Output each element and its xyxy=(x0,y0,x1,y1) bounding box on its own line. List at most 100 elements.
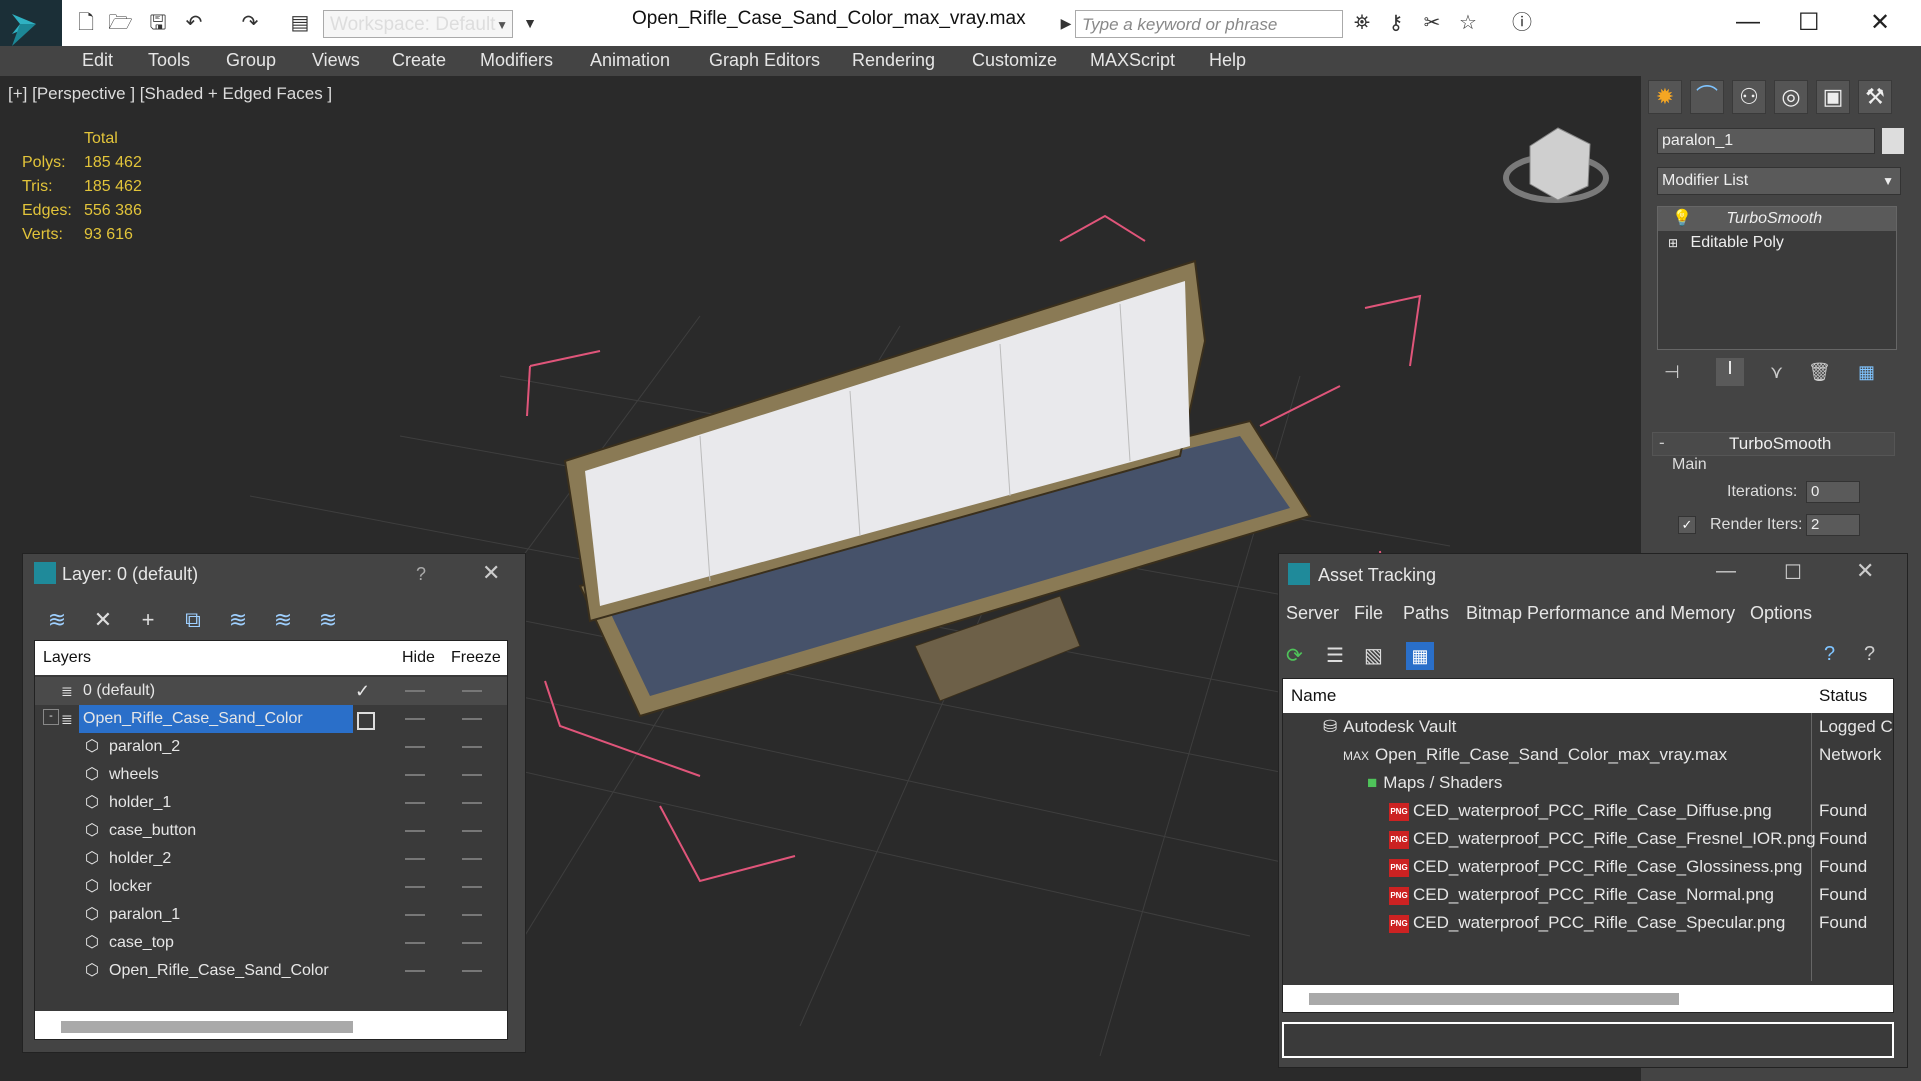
menu-overflow-icon[interactable]: ▼ xyxy=(518,12,542,34)
delete-layer-icon[interactable]: ✕ xyxy=(88,605,118,635)
set-current-layer-icon[interactable]: ≋ xyxy=(268,605,298,635)
render-iters-checkbox[interactable]: ✓ xyxy=(1678,516,1696,534)
menu-maxscript[interactable]: MAXScript xyxy=(1090,50,1175,71)
column-freeze[interactable]: Freeze xyxy=(451,649,501,667)
menu-animation[interactable]: Animation xyxy=(590,50,670,71)
create-tab-icon[interactable]: ✹ xyxy=(1648,80,1682,114)
key-icon[interactable]: ⚷ xyxy=(1384,12,1408,34)
freeze-toggle[interactable] xyxy=(462,886,482,888)
horizontal-scrollbar[interactable] xyxy=(35,1011,507,1039)
favorites-star-icon[interactable]: ☆ xyxy=(1456,12,1480,34)
save-icon[interactable]: 🖫 xyxy=(146,12,170,34)
freeze-toggle[interactable] xyxy=(462,690,482,692)
asset-path-field[interactable] xyxy=(1282,1022,1894,1058)
menu-modifiers[interactable]: Modifiers xyxy=(480,50,553,71)
iterations-spinner[interactable]: 0 xyxy=(1806,481,1860,503)
menu-customize[interactable]: Customize xyxy=(972,50,1057,71)
freeze-toggle[interactable] xyxy=(462,802,482,804)
scrollbar-thumb[interactable] xyxy=(61,1021,353,1033)
object-row[interactable]: ⬡ case_top xyxy=(35,929,507,957)
freeze-toggle[interactable] xyxy=(462,970,482,972)
pin-stack-icon[interactable]: ⊣ xyxy=(1664,362,1680,383)
maximize-button[interactable]: ☐ xyxy=(1798,8,1820,37)
lightbulb-icon[interactable]: 💡 xyxy=(1672,210,1692,227)
refresh-icon[interactable]: ⟳ xyxy=(1286,643,1303,668)
freeze-toggle[interactable] xyxy=(462,914,482,916)
menu-bitmap-performance[interactable]: Bitmap Performance and Memory xyxy=(1466,603,1735,624)
asset-row[interactable]: PNG CED_waterproof_PCC_Rifle_Case_Fresnel… xyxy=(1389,825,1816,853)
menu-group[interactable]: Group xyxy=(226,50,276,71)
layer-row[interactable]: ≣ 0 (default) ✓ xyxy=(35,677,507,705)
object-row[interactable]: ⬡ wheels xyxy=(35,761,507,789)
asset-row[interactable]: PNG CED_waterproof_PCC_Rifle_Case_Diffuse… xyxy=(1389,797,1772,825)
collapse-icon[interactable]: - xyxy=(43,709,59,725)
stack-item-turbosmooth[interactable]: 💡 TurboSmooth xyxy=(1658,207,1896,231)
hide-toggle[interactable] xyxy=(405,830,425,832)
hide-toggle[interactable] xyxy=(405,690,425,692)
help-button[interactable]: ? xyxy=(416,564,426,585)
undo-icon[interactable]: ↶ xyxy=(182,12,206,34)
menu-tools[interactable]: Tools xyxy=(148,50,190,71)
select-layer-icon[interactable]: ≋ xyxy=(223,605,253,635)
help-icon[interactable]: ⓘ xyxy=(1510,12,1534,34)
minimize-button[interactable]: — xyxy=(1716,560,1736,583)
help-icon[interactable]: ? xyxy=(1824,643,1835,666)
object-row[interactable]: ⬡ holder_2 xyxy=(35,845,507,873)
asset-row[interactable]: PNG CED_waterproof_PCC_Rifle_Case_Glossin… xyxy=(1389,853,1802,881)
freeze-toggle[interactable] xyxy=(462,830,482,832)
column-hide[interactable]: Hide xyxy=(402,649,435,667)
workspace-dropdown[interactable]: Workspace: Default ▼ xyxy=(323,10,513,38)
object-row[interactable]: ⬡ paralon_1 xyxy=(35,901,507,929)
utilities-tab-icon[interactable]: ⚒ xyxy=(1858,80,1892,114)
asset-row[interactable]: PNG CED_waterproof_PCC_Rifle_Case_Specula… xyxy=(1389,909,1785,937)
list-view-icon[interactable]: ☰ xyxy=(1326,643,1344,668)
menu-options[interactable]: Options xyxy=(1750,603,1812,624)
menu-server[interactable]: Server xyxy=(1286,603,1339,624)
subscription-icon[interactable]: ✂ xyxy=(1420,12,1444,34)
menu-paths[interactable]: Paths xyxy=(1403,603,1449,624)
current-layer-toggle[interactable] xyxy=(357,712,375,730)
select-objects-icon[interactable]: ⧉ xyxy=(178,605,208,635)
thumbnail-view-icon[interactable]: ▧ xyxy=(1364,643,1383,668)
object-row[interactable]: ⬡ locker xyxy=(35,873,507,901)
scrollbar-thumb[interactable] xyxy=(1309,993,1679,1005)
close-button[interactable]: ✕ xyxy=(482,560,500,586)
hierarchy-tab-icon[interactable]: ⚇ xyxy=(1732,80,1766,114)
hide-toggle[interactable] xyxy=(405,970,425,972)
turbosmooth-rollout-header[interactable]: - TurboSmooth xyxy=(1652,432,1895,456)
close-button[interactable]: ✕ xyxy=(1870,8,1890,37)
column-status[interactable]: Status xyxy=(1819,686,1867,706)
project-icon[interactable]: ▤ xyxy=(288,12,312,34)
menu-views[interactable]: Views xyxy=(312,50,360,71)
freeze-toggle[interactable] xyxy=(462,858,482,860)
add-to-layer-icon[interactable]: + xyxy=(133,605,163,635)
horizontal-scrollbar[interactable] xyxy=(1283,985,1893,1012)
layer-properties-icon[interactable]: ≋ xyxy=(313,605,343,635)
freeze-toggle[interactable] xyxy=(462,718,482,720)
menu-edit[interactable]: Edit xyxy=(82,50,113,71)
modify-tab-icon[interactable]: ⌒ xyxy=(1690,80,1724,114)
maximize-button[interactable]: ☐ xyxy=(1784,560,1802,585)
object-name-field[interactable]: paralon_1 xyxy=(1657,128,1875,154)
freeze-toggle[interactable] xyxy=(462,746,482,748)
display-tab-icon[interactable]: ▣ xyxy=(1816,80,1850,114)
show-end-result-icon[interactable]: I xyxy=(1716,358,1744,386)
motion-tab-icon[interactable]: ◎ xyxy=(1774,80,1808,114)
open-file-icon[interactable]: 🗁 xyxy=(108,12,133,34)
hide-toggle[interactable] xyxy=(405,942,425,944)
new-file-icon[interactable]: 🗋 xyxy=(74,12,98,34)
hide-toggle[interactable] xyxy=(405,802,425,804)
modifier-list-dropdown[interactable]: Modifier List ▼ xyxy=(1657,167,1901,195)
menu-help[interactable]: Help xyxy=(1209,50,1246,71)
menu-graph-editors[interactable]: Graph Editors xyxy=(709,50,820,71)
asset-row[interactable]: MAX Open_Rifle_Case_Sand_Color_max_vray.m… xyxy=(1343,741,1727,769)
render-iters-spinner[interactable]: 2 xyxy=(1806,514,1860,536)
viewport-label[interactable]: [+] [Perspective ] [Shaded + Edged Faces… xyxy=(8,84,332,104)
object-row[interactable]: ⬡ case_button xyxy=(35,817,507,845)
remove-modifier-icon[interactable]: 🗑 xyxy=(1808,362,1831,383)
object-row[interactable]: ⬡ holder_1 xyxy=(35,789,507,817)
table-view-icon[interactable]: ▦ xyxy=(1406,642,1434,670)
close-button[interactable]: ✕ xyxy=(1856,558,1874,584)
minimize-button[interactable]: — xyxy=(1736,8,1760,36)
expand-plus-icon[interactable]: ⊞ xyxy=(1668,236,1678,250)
